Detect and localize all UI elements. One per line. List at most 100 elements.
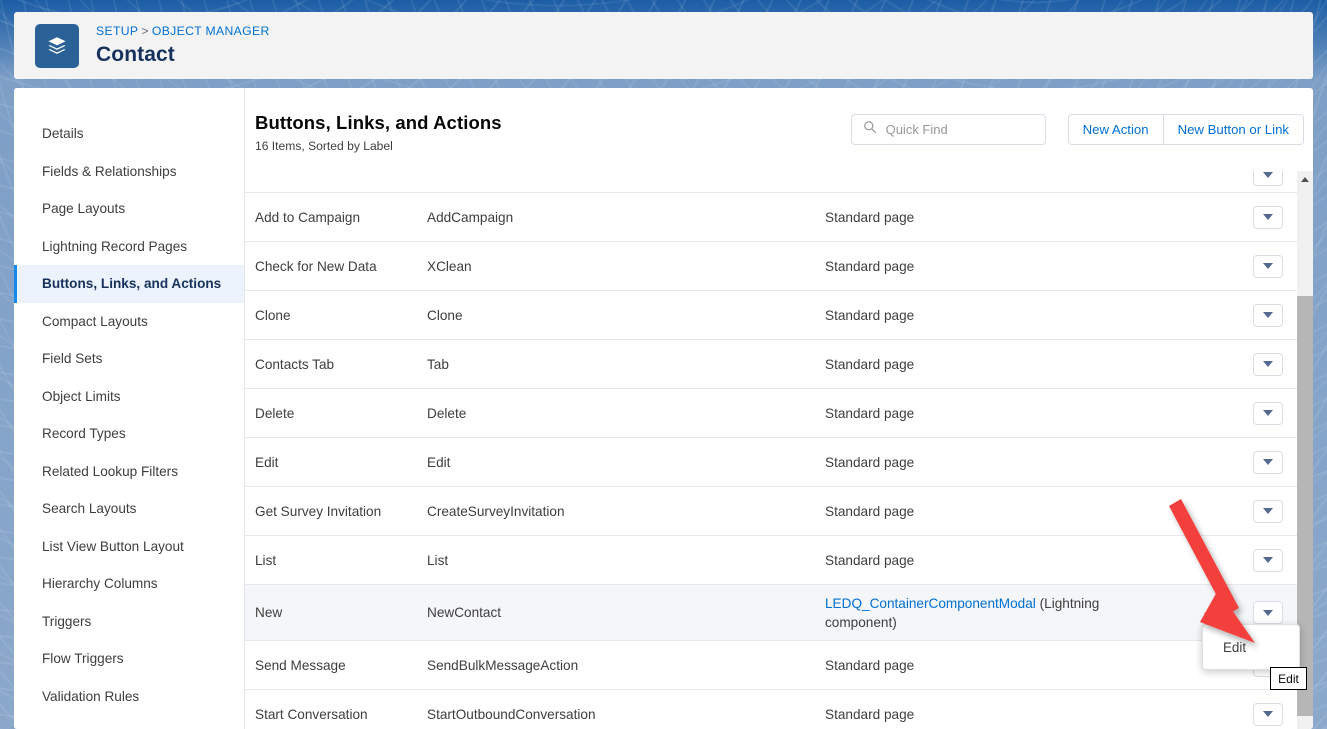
quick-find-container[interactable] (850, 114, 1046, 145)
row-name-cell: Edit (427, 454, 451, 470)
sidebar-item-hierarchy-columns[interactable]: Hierarchy Columns (14, 565, 244, 603)
sidebar-item-details[interactable]: Details (14, 115, 244, 153)
row-type-cell: Standard page (825, 405, 915, 421)
table-row: Add to Campaign AddCampaign Standard page (245, 193, 1297, 242)
chevron-down-icon (1263, 312, 1273, 318)
search-input[interactable] (885, 122, 1026, 137)
actions-table: Add to Campaign AddCampaign Standard page C… (245, 171, 1297, 729)
sidebar-item-label: Record Types (42, 426, 126, 442)
row-label-cell: Contacts Tab (255, 356, 335, 372)
sidebar-item-label: Compact Layouts (42, 313, 148, 329)
sidebar-item-list-view-button-layout[interactable]: List View Button Layout (14, 528, 244, 566)
row-menu-button[interactable] (1253, 702, 1283, 726)
row-name-cell: CreateSurveyInvitation (427, 503, 565, 519)
table-row: Clone Clone Standard page (245, 291, 1297, 340)
page-title: Contact (96, 42, 175, 66)
table-row: Delete Delete Standard page (245, 389, 1297, 438)
sidebar-item-search-layouts[interactable]: Search Layouts (14, 490, 244, 528)
sidebar-item-label: Search Layouts (42, 501, 137, 517)
search-icon (863, 120, 877, 139)
layers-stack-icon (35, 23, 79, 68)
chevron-down-icon (1263, 609, 1273, 616)
row-name-cell: Tab (427, 356, 449, 372)
row-type-cell: LEDQ_ContainerComponentModal (Lightning … (825, 594, 1179, 632)
setup-page: SETUP > OBJECT MANAGER Contact Details Fiel… (0, 0, 1327, 729)
sidebar-item-label: Related Lookup Filters (42, 463, 179, 479)
row-menu-button[interactable] (1253, 303, 1283, 327)
row-menu-button[interactable] (1253, 499, 1283, 523)
breadcrumb: SETUP > OBJECT MANAGER (96, 24, 270, 39)
dropdown-item-edit[interactable]: Edit (1203, 625, 1299, 669)
chevron-down-icon (1263, 459, 1273, 465)
row-name-cell: Delete (427, 405, 467, 421)
sidebar-item-label: Hierarchy Columns (42, 576, 158, 592)
row-menu-button[interactable] (1253, 352, 1283, 376)
table-row: Check for New Data XClean Standard page (245, 242, 1297, 291)
row-name-cell: XClean (427, 258, 472, 274)
row-menu-button[interactable] (1253, 254, 1283, 278)
row-menu-cell (1239, 401, 1297, 425)
table-row: Send Message SendBulkMessageAction Standar… (245, 641, 1297, 690)
row-label-cell: Add to Campaign (255, 209, 361, 225)
sidebar-item-lightning-record-pages[interactable]: Lightning Record Pages (14, 228, 244, 266)
chevron-down-icon (1263, 171, 1273, 178)
breadcrumb-separator: > (141, 23, 149, 38)
row-menu-cell (1239, 601, 1297, 624)
row-label-cell: Send Message (255, 657, 346, 673)
sidebar-item-label: Triggers (42, 613, 92, 629)
row-name-cell: SendBulkMessageAction (427, 657, 579, 673)
row-type-cell: Standard page (825, 307, 915, 323)
sidebar-item-validation-rules[interactable]: Validation Rules (14, 678, 244, 716)
row-name-cell: List (427, 552, 449, 568)
row-menu-button[interactable] (1253, 450, 1283, 474)
row-menu-cell (1239, 702, 1297, 726)
row-label-cell: Get Survey Invitation (255, 503, 382, 519)
breadcrumb-setup[interactable]: SETUP (96, 24, 138, 38)
setup-header-card: SETUP > OBJECT MANAGER Contact (14, 12, 1313, 79)
sidebar-item-label: Page Layouts (42, 201, 126, 217)
header-tools: New Action New Button or Link (850, 114, 1304, 145)
new-button-or-link-button[interactable]: New Button or Link (1163, 114, 1304, 145)
row-menu-cell (1239, 499, 1297, 523)
sidebar-item-page-layouts[interactable]: Page Layouts (14, 190, 244, 228)
chevron-down-icon (1263, 263, 1273, 269)
list-header: Buttons, Links, and Actions 16 Items, So… (245, 88, 1313, 171)
row-name-cell: StartOutboundConversation (427, 706, 596, 722)
sidebar-item-label: Details (42, 126, 84, 142)
table-row: List List Standard page (245, 536, 1297, 585)
breadcrumb-object-manager[interactable]: OBJECT MANAGER (152, 24, 270, 38)
sidebar-item-related-lookup-filters[interactable]: Related Lookup Filters (14, 453, 244, 491)
sidebar-item-fields-relationships[interactable]: Fields & Relationships (14, 153, 244, 191)
row-type-cell: Standard page (825, 503, 915, 519)
row-name-cell: NewContact (427, 605, 502, 620)
sidebar-item-object-limits[interactable]: Object Limits (14, 378, 244, 416)
row-menu-cell (1239, 352, 1297, 376)
row-label-cell: New (255, 605, 283, 620)
table-row: Contacts Tab Tab Standard page (245, 340, 1297, 389)
chevron-down-icon (1263, 410, 1273, 416)
row-menu-button[interactable] (1253, 401, 1283, 425)
row-name-cell: AddCampaign (427, 209, 514, 225)
edit-tooltip: Edit (1270, 667, 1307, 690)
row-menu-button[interactable] (1253, 601, 1283, 624)
sidebar-item-label: Flow Triggers (42, 651, 124, 667)
new-action-button[interactable]: New Action (1067, 114, 1164, 145)
sidebar-item-field-sets[interactable]: Field Sets (14, 340, 244, 378)
row-menu-button[interactable] (1253, 205, 1283, 229)
row-menu-cell (1239, 303, 1297, 327)
sidebar-item-buttons-links-and-actions[interactable]: Buttons, Links, and Actions (14, 265, 244, 303)
table-row: Edit Edit Standard page (245, 438, 1297, 487)
sidebar-item-record-types[interactable]: Record Types (14, 415, 244, 453)
sidebar-item-flow-triggers[interactable]: Flow Triggers (14, 640, 244, 678)
row-type-cell: Standard page (825, 209, 915, 225)
row-name-cell: Clone (427, 307, 463, 323)
sidebar-item-triggers[interactable]: Triggers (14, 603, 244, 641)
row-menu-button[interactable] (1253, 171, 1283, 186)
row-type-link[interactable]: LEDQ_ContainerComponentModal (825, 596, 1036, 611)
row-menu-button[interactable] (1253, 548, 1283, 572)
chevron-down-icon (1263, 361, 1273, 367)
scroll-up-arrow-icon[interactable] (1297, 171, 1313, 188)
row-action-dropdown-menu: Edit (1202, 624, 1300, 670)
sidebar-item-compact-layouts[interactable]: Compact Layouts (14, 303, 244, 341)
row-label-cell: Delete (255, 405, 295, 421)
